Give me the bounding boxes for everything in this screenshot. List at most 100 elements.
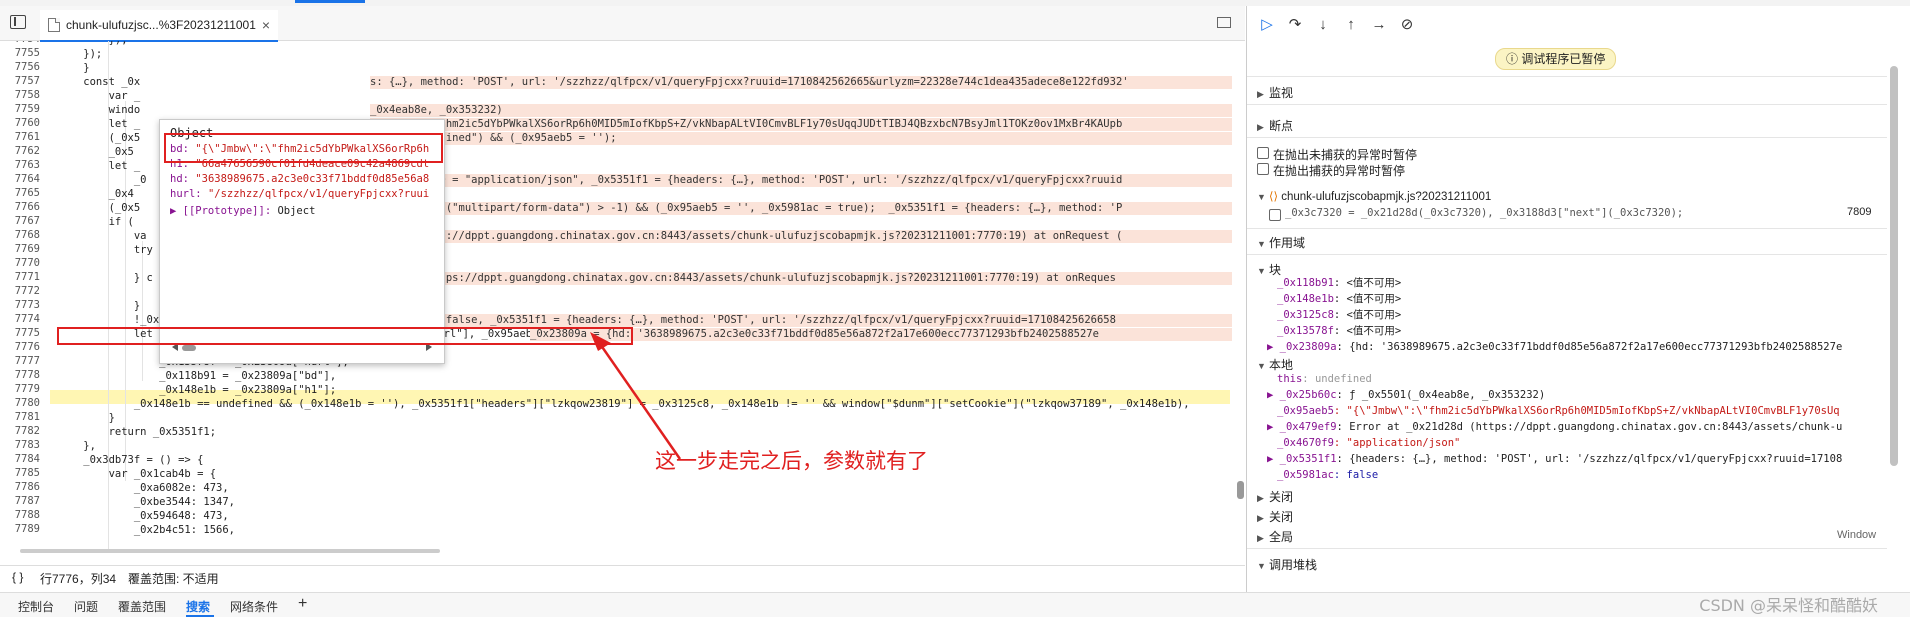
scope-closure[interactable]: ▶ 关闭	[1257, 488, 1293, 505]
line-number[interactable]: 7774	[0, 313, 40, 325]
sidebar-toggle-icon[interactable]	[10, 15, 26, 29]
line-number[interactable]: 7781	[0, 411, 40, 423]
line-number[interactable]: 7763	[0, 159, 40, 171]
line-number[interactable]: 7771	[0, 271, 40, 283]
scope-var[interactable]: ▶ _0x23809a: {hd: '3638989675.a2c3e0c33f…	[1267, 340, 1842, 354]
scope-var[interactable]: _0x5981ac: false	[1277, 468, 1378, 482]
step-out-icon[interactable]: ↑	[1341, 15, 1361, 35]
line-number[interactable]: 7767	[0, 215, 40, 227]
divider	[1247, 137, 1887, 138]
line-number[interactable]: 7772	[0, 285, 40, 297]
line-number[interactable]: 7759	[0, 103, 40, 115]
line-number[interactable]: 7755	[0, 47, 40, 59]
drawer-tab-search[interactable]: 搜索	[186, 598, 210, 615]
scope-global[interactable]: ▶ 全局	[1257, 528, 1293, 545]
drawer-tab-issues[interactable]: 问题	[74, 598, 98, 615]
scope-var[interactable]: ▶ _0x479ef9: Error at _0x21d28d (https:/…	[1267, 420, 1842, 434]
line-number[interactable]: 7784	[0, 453, 40, 465]
line-number[interactable]: 7777	[0, 355, 40, 367]
line-number[interactable]: 7770	[0, 257, 40, 269]
line-number[interactable]: 7782	[0, 425, 40, 437]
scope-var[interactable]: _0x3125c8: <值不可用>	[1277, 308, 1401, 322]
pause-caught-checkbox[interactable]	[1257, 163, 1269, 175]
line-number[interactable]: 7757	[0, 75, 40, 87]
line-number[interactable]: 7776	[0, 341, 40, 353]
line-number[interactable]: 7766	[0, 201, 40, 213]
code-line: _0x148e1b = _0x23809a["h1"];	[58, 384, 337, 396]
line-number[interactable]: 7787	[0, 495, 40, 507]
add-tab-icon[interactable]: +	[298, 595, 307, 613]
active-tab-indicator	[295, 0, 365, 3]
scope-var[interactable]: _0x118b91: <值不可用>	[1277, 276, 1401, 290]
code-line: });	[58, 48, 103, 60]
scope-var[interactable]: _0x4670f9: "application/json"	[1277, 436, 1460, 450]
scope-var[interactable]: _0x148e1b: <值不可用>	[1277, 292, 1401, 306]
breakpoint-line-number: 7809	[1847, 206, 1872, 218]
drawer-tab-network-conditions[interactable]: 网络条件	[230, 598, 278, 615]
scope-var[interactable]: _0x13578f: <值不可用>	[1277, 324, 1401, 338]
line-number[interactable]: 7788	[0, 509, 40, 521]
breakpoint-code: _0x3c7320 = _0x21d28d(_0x3c7320), _0x318…	[1285, 207, 1684, 219]
scope-var[interactable]: ▶ _0x5351f1: {headers: {…}, method: 'POS…	[1267, 452, 1842, 466]
scope-closure[interactable]: ▶ 关闭	[1257, 508, 1293, 525]
step-icon[interactable]: →	[1369, 15, 1389, 35]
line-number[interactable]: 7778	[0, 369, 40, 381]
toggle-debugger-icon[interactable]	[1217, 17, 1231, 28]
code-line: _0x2b4c51: 1566,	[58, 524, 236, 536]
popover-row-hd[interactable]: hd: "3638989675.a2c3e0c33f71bddf0d85e56a…	[170, 173, 438, 186]
line-number[interactable]: 7786	[0, 481, 40, 493]
line-number[interactable]: 7775	[0, 327, 40, 339]
editor-hscroll[interactable]	[10, 549, 1235, 553]
code-line: if (	[58, 216, 134, 228]
line-number[interactable]: 7783	[0, 439, 40, 451]
step-into-icon[interactable]: ↓	[1313, 15, 1333, 35]
line-number[interactable]: 7789	[0, 523, 40, 535]
line-number[interactable]: 7769	[0, 243, 40, 255]
pause-uncaught-checkbox[interactable]	[1257, 147, 1269, 159]
popover-row-hurl[interactable]: hurl: "/szzhzz/qlfpcx/v1/queryFpjcxx?ruu…	[170, 188, 438, 201]
expand-icon: ▶	[1257, 533, 1264, 543]
breakpoint-checkbox[interactable]	[1269, 209, 1281, 221]
line-number[interactable]: 7780	[0, 397, 40, 409]
drawer-tab-coverage[interactable]: 覆盖范围	[118, 598, 166, 615]
section-breakpoints[interactable]: ▶ 断点	[1257, 117, 1293, 134]
collapse-icon: ▼	[1257, 192, 1266, 202]
scope-var[interactable]: this: undefined	[1277, 372, 1372, 386]
step-over-icon[interactable]: ↷	[1285, 15, 1305, 35]
line-number[interactable]: 7761	[0, 131, 40, 143]
file-tab[interactable]: chunk-ulufuzjsc...%3F20231211001 ×	[40, 10, 279, 42]
line-number[interactable]: 7773	[0, 299, 40, 311]
deactivate-breakpoints-icon[interactable]: ⊘	[1397, 15, 1417, 35]
section-watch[interactable]: ▶ 监视	[1257, 84, 1293, 101]
popover-scroll-thumb[interactable]	[182, 345, 196, 351]
line-number[interactable]: 7764	[0, 173, 40, 185]
line-number[interactable]: 7762	[0, 145, 40, 157]
line-number[interactable]: 7768	[0, 229, 40, 241]
scope-var[interactable]: ▶ _0x25b60c: ƒ _0x5501(_0x4eab8e, _0x353…	[1267, 388, 1545, 402]
line-number[interactable]: 7760	[0, 117, 40, 129]
drawer-tab-console[interactable]: 控制台	[18, 598, 54, 615]
expand-icon: ▶	[1257, 513, 1264, 523]
popover-row-prototype[interactable]: ▶ [[Prototype]]: Object	[170, 205, 438, 218]
editor-scrollbar-thumb[interactable]	[1237, 481, 1244, 499]
line-number[interactable]: 7758	[0, 89, 40, 101]
scope-var[interactable]: _0x95aeb5: "{\"Jmbw\":\"fhm2ic5dYbPWkalX…	[1277, 404, 1840, 418]
line-number[interactable]: 7765	[0, 187, 40, 199]
line-number[interactable]: 7754	[0, 41, 40, 45]
scope-local[interactable]: ▼ 本地	[1257, 356, 1293, 373]
code-editor[interactable]: 7754 });7755 });7756 }7757 const _0x7758…	[0, 41, 1245, 553]
close-icon[interactable]: ×	[262, 17, 270, 33]
section-scope[interactable]: ▼ 作用域	[1257, 234, 1305, 251]
debugger-scrollbar[interactable]	[1890, 46, 1898, 586]
section-callstack[interactable]: ▼ 调用堆栈	[1257, 556, 1317, 573]
pretty-print-button[interactable]: { }	[12, 570, 23, 584]
debugger-scrollbar-thumb[interactable]	[1890, 66, 1898, 466]
resume-icon[interactable]: ▷	[1257, 15, 1277, 35]
editor-hscroll-thumb[interactable]	[20, 549, 440, 553]
line-number[interactable]: 7779	[0, 383, 40, 395]
code-line: },	[58, 440, 96, 452]
line-number[interactable]: 7756	[0, 61, 40, 73]
line-number[interactable]: 7785	[0, 467, 40, 479]
breakpoint-file[interactable]: ▼ ⟨⟩ chunk-ulufuzjscobapmjk.js?2023121100…	[1257, 189, 1491, 203]
